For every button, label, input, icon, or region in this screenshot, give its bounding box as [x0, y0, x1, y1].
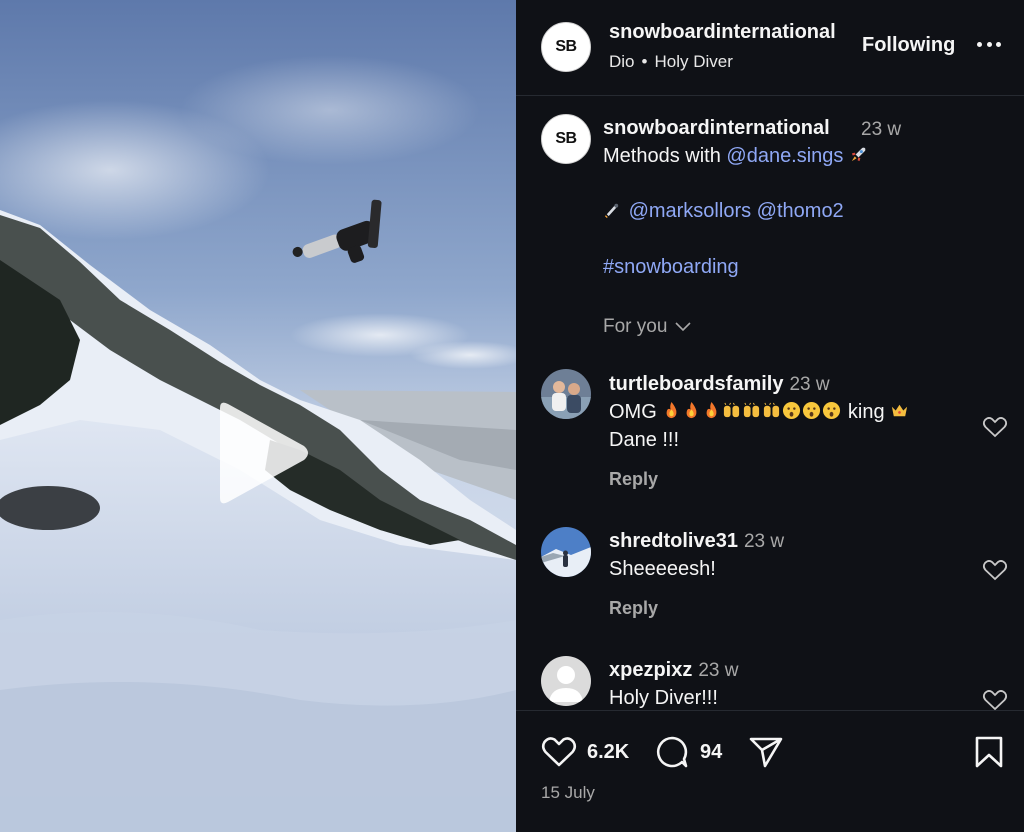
for-you-label: For you: [603, 316, 668, 337]
author-username[interactable]: snowboardinternational: [609, 21, 836, 44]
reply-button[interactable]: Reply: [609, 469, 658, 490]
camera-icon: [604, 203, 619, 219]
caption-text: Methods with: [603, 145, 727, 167]
caption-author-avatar[interactable]: SB: [541, 114, 591, 164]
more-dot: [996, 41, 1001, 47]
raised-hands-icon: [744, 402, 760, 418]
fire-icon: [666, 401, 677, 419]
comment-bubble-icon[interactable]: [655, 735, 689, 769]
astonished-face-icon: [803, 401, 821, 420]
astonished-face-icon: [823, 401, 841, 420]
mention-link[interactable]: @marksollors: [629, 200, 752, 222]
comment-text-part: OMG: [609, 401, 663, 423]
like-comment-heart-icon[interactable]: [982, 688, 1008, 712]
post-media[interactable]: [0, 0, 516, 832]
audio-artist: Dio: [609, 52, 635, 71]
avatar-photo: [541, 527, 591, 577]
comment-username[interactable]: xpezpixz 23 w: [609, 659, 739, 682]
comment-count[interactable]: 94: [700, 741, 722, 764]
like-comment-heart-icon[interactable]: [982, 558, 1008, 582]
chevron-down-icon: [675, 322, 691, 332]
caption-timestamp[interactable]: 23 w: [861, 119, 901, 141]
author-avatar[interactable]: SB: [541, 22, 591, 72]
more-horizontal-icon: [977, 41, 982, 47]
comment-text: Sheeeeesh!: [609, 558, 716, 580]
share-paper-plane-icon[interactable]: [748, 735, 784, 769]
comment-author: xpezpixz: [609, 659, 693, 681]
crown-icon: [892, 404, 908, 417]
avatar-logo-text: SB: [555, 38, 577, 55]
commenter-avatar[interactable]: [541, 369, 591, 419]
hashtag-link[interactable]: #snowboarding: [603, 256, 739, 278]
rocket-icon: [851, 147, 866, 162]
mention-link[interactable]: @dane.sings: [726, 145, 843, 167]
mention-link[interactable]: @thomo2: [757, 200, 844, 222]
comment-text-line-2: Dane !!!: [609, 429, 680, 451]
comment-text: Holy Diver!!!: [609, 687, 718, 709]
comment-author: shredtolive31: [609, 530, 738, 552]
post-actions-footer: 6.2K 94 15 July: [516, 710, 1024, 832]
caption-line-1: Methods with @dane.sings: [603, 145, 869, 168]
post-date: 15 July: [541, 783, 595, 802]
like-comment-heart-icon[interactable]: [982, 415, 1008, 439]
reply-button[interactable]: Reply: [609, 598, 658, 619]
like-count[interactable]: 6.2K: [587, 741, 629, 764]
more-options-button[interactable]: [974, 32, 1004, 56]
post-panel: SB snowboardinternational Dio • Holy Diver…: [516, 0, 1024, 832]
avatar-photo: [541, 369, 591, 419]
like-heart-icon[interactable]: [541, 735, 577, 768]
comment-username[interactable]: shredtolive31 23 w: [609, 530, 784, 553]
fire-icon: [706, 401, 717, 419]
comment-author: turtleboardsfamily: [609, 373, 784, 395]
comment-timestamp: 23 w: [698, 660, 739, 681]
fire-icon: [686, 401, 697, 419]
commenter-avatar[interactable]: [541, 656, 591, 706]
commenter-avatar[interactable]: [541, 527, 591, 577]
save-bookmark-icon[interactable]: [974, 735, 1004, 769]
default-avatar-icon: [541, 656, 591, 706]
more-dot: [986, 41, 992, 47]
for-you-toggle[interactable]: For you: [603, 316, 691, 338]
raised-hands-icon: [764, 402, 780, 418]
caption-username[interactable]: snowboardinternational: [603, 117, 830, 140]
caption-line-2: @marksollors @thomo2: [603, 200, 844, 223]
audio-track: Holy Diver: [654, 52, 733, 71]
avatar-logo-text: SB: [555, 130, 577, 147]
audio-separator: •: [641, 52, 648, 71]
following-button[interactable]: Following: [862, 34, 955, 57]
comment-timestamp: 23 w: [789, 374, 830, 395]
comment-text: OMG king: [609, 401, 910, 424]
caption-line-3: #snowboarding: [603, 256, 739, 279]
play-button[interactable]: [212, 400, 312, 506]
comment-text-part: king: [842, 401, 891, 423]
post-header: SB snowboardinternational Dio • Holy Diver…: [516, 0, 1024, 96]
astonished-face-icon: [783, 401, 801, 420]
comment-timestamp: 23 w: [743, 531, 785, 552]
comment-username[interactable]: turtleboardsfamily 23 w: [609, 373, 830, 396]
play-icon: [220, 402, 308, 504]
raised-hands-icon: [724, 402, 740, 418]
audio-info[interactable]: Dio • Holy Diver: [609, 52, 733, 72]
